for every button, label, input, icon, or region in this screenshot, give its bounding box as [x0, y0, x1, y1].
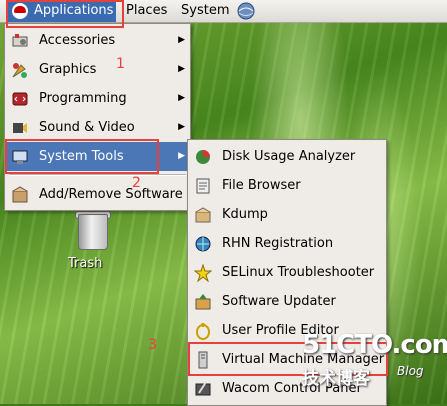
software-updater-icon: [195, 294, 211, 310]
wacom-icon: [195, 381, 211, 396]
graphics-icon: [12, 63, 27, 78]
menu-item-label: Sound & Video: [39, 120, 135, 135]
trash-label: Trash: [68, 256, 103, 271]
menu-item-graphics[interactable]: Graphics ▶: [5, 55, 190, 84]
submenu-item-software-updater[interactable]: Software Updater: [188, 287, 386, 316]
menu-item-add-remove-software[interactable]: Add/Remove Software: [5, 180, 190, 209]
add-remove-software-icon: [12, 186, 28, 203]
menu-item-programming[interactable]: Programming ▶: [5, 84, 190, 113]
sound-video-icon: [13, 123, 27, 133]
programming-icon: [12, 92, 28, 106]
submenu-item-rhn-registration[interactable]: RHN Registration: [188, 229, 386, 258]
menu-item-label: Accessories: [39, 33, 116, 48]
annotation-number-3: 3: [148, 337, 157, 353]
disk-usage-icon: [196, 150, 210, 164]
submenu-item-file-browser[interactable]: File Browser: [188, 171, 386, 200]
menu-item-sound-video[interactable]: Sound & Video ▶: [5, 113, 190, 142]
submenu-item-label: RHN Registration: [222, 236, 334, 251]
submenu-arrow-icon: ▶: [178, 35, 185, 45]
watermark-cn: 技术博客: [302, 369, 370, 389]
watermark-blog: Blog: [397, 364, 424, 378]
file-browser-icon: [196, 178, 210, 194]
kdump-icon: [195, 207, 211, 223]
annotation-number-1: 1: [116, 56, 125, 72]
user-profile-icon: [196, 323, 210, 340]
accessories-icon: [12, 34, 28, 47]
selinux-star-icon: [194, 264, 212, 282]
menu-item-label: Add/Remove Software: [39, 187, 183, 202]
annotation-box-applications: [6, 0, 124, 28]
menu-item-accessories[interactable]: Accessories ▶: [5, 26, 190, 55]
submenu-item-label: SELinux Troubleshooter: [222, 265, 375, 280]
menu-item-label: Graphics: [39, 62, 97, 77]
menu-item-label: Programming: [39, 91, 127, 106]
submenu-arrow-icon: ▶: [178, 122, 185, 132]
network-icon[interactable]: [236, 2, 256, 20]
watermark-site: 51CTO.com: [302, 330, 447, 360]
watermark: 51CTO.com 技术博客 Blog: [302, 330, 447, 402]
rhn-icon: [195, 236, 211, 252]
submenu-item-kdump[interactable]: Kdump: [188, 200, 386, 229]
submenu-item-label: File Browser: [222, 178, 301, 193]
annotation-box-system-tools: [5, 139, 159, 174]
submenu-item-label: Kdump: [222, 207, 268, 222]
submenu-item-selinux-troubleshooter[interactable]: SELinux Troubleshooter: [188, 258, 386, 287]
system-menu-button[interactable]: System: [177, 0, 233, 22]
places-menu-button[interactable]: Places: [122, 0, 171, 22]
applications-menu: Accessories ▶ Graphics ▶ Programming ▶ S…: [4, 23, 191, 211]
submenu-item-label: Disk Usage Analyzer: [222, 149, 356, 164]
trash-can-body: [78, 214, 108, 250]
submenu-arrow-icon: ▶: [178, 151, 185, 161]
menu-separator: [9, 174, 186, 176]
submenu-item-label: Software Updater: [222, 294, 336, 309]
submenu-item-disk-usage-analyzer[interactable]: Disk Usage Analyzer: [188, 142, 386, 171]
submenu-arrow-icon: ▶: [178, 93, 185, 103]
submenu-arrow-icon: ▶: [178, 64, 185, 74]
annotation-number-2: 2: [132, 175, 141, 191]
